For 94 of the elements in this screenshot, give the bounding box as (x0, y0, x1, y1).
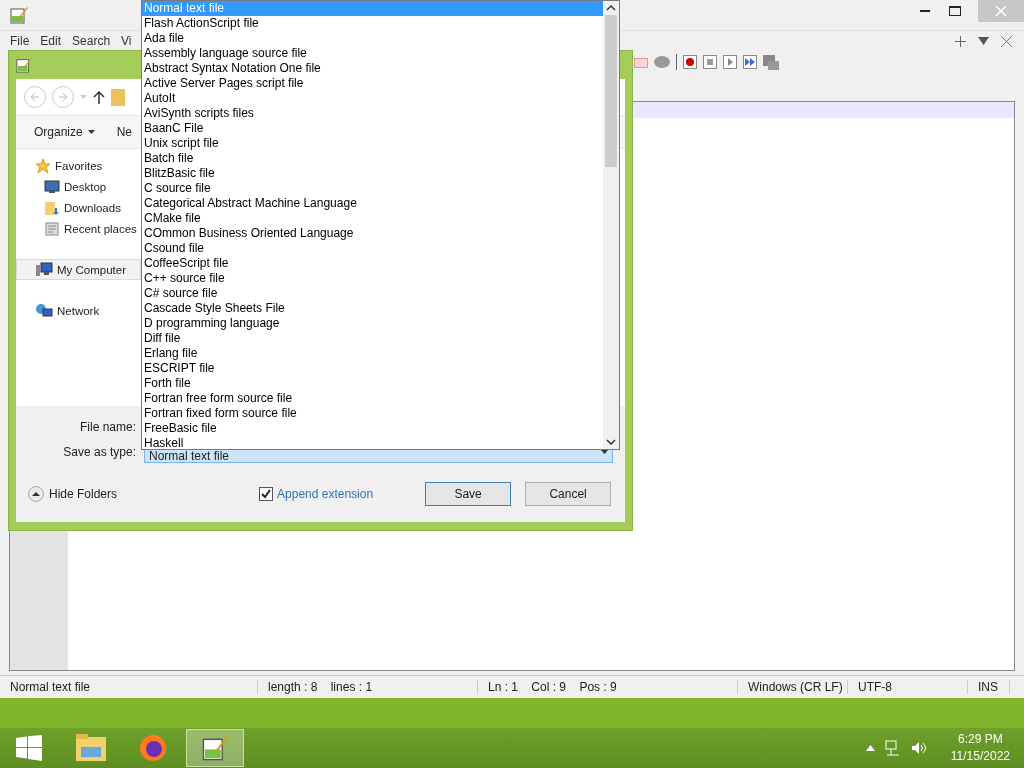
checkbox[interactable] (259, 487, 274, 501)
list-item[interactable]: AviSynth scripts files (142, 106, 603, 121)
save-button[interactable]: Save (425, 482, 512, 506)
list-item[interactable]: CoffeeScript file (142, 256, 603, 271)
list-item[interactable]: Abstract Syntax Notation One file (142, 61, 603, 76)
list-item[interactable]: Assembly language source file (142, 46, 603, 61)
field-label: File name: (78, 419, 137, 434)
caret-icon[interactable] (865, 745, 875, 751)
scrollbar[interactable] (603, 1, 619, 449)
up-arrow-icon[interactable] (93, 90, 105, 104)
list-item[interactable]: Active Server Pages script file (142, 76, 603, 91)
list-item[interactable]: Unix script file (142, 136, 603, 151)
clock[interactable]: 6:29 PM 11/15/2022 (950, 731, 1010, 765)
list-item[interactable]: BaanC File (142, 121, 603, 136)
speaker-icon[interactable] (910, 741, 927, 755)
folder-icon[interactable] (634, 56, 648, 68)
record-icon[interactable] (683, 55, 697, 69)
sidebar-item[interactable]: My Computer (16, 259, 141, 280)
organize-button[interactable]: Organize (34, 125, 95, 139)
status-text: INS (968, 680, 1010, 694)
list-item[interactable]: Erlang file (142, 346, 603, 361)
stop-icon[interactable] (703, 55, 717, 69)
windows-logo-icon (16, 735, 42, 761)
cancel-button[interactable]: Cancel (525, 482, 612, 506)
recent-places-icon (44, 220, 60, 237)
list-item[interactable]: BlitzBasic file (142, 166, 603, 181)
list-item[interactable]: Fortran free form source file (142, 391, 603, 406)
menu-item[interactable]: Vi (121, 34, 132, 48)
checkbox-label: Append extension (277, 487, 374, 501)
sidebar-item[interactable]: Recent places (16, 218, 141, 239)
firefox-icon (138, 733, 168, 763)
list-item[interactable]: C source file (142, 181, 603, 196)
hide-folders-button[interactable]: Hide Folders (28, 486, 118, 502)
list-item[interactable]: ESCRIPT file (142, 361, 603, 376)
notepad-icon (202, 735, 228, 761)
status-text: Windows (CR LF) (738, 680, 848, 694)
new-folder-button[interactable]: Ne (116, 125, 133, 139)
notepad-icon (16, 57, 32, 73)
collapse-icon (28, 486, 44, 502)
network-icon (35, 302, 53, 319)
list-item[interactable]: Forth file (142, 376, 603, 391)
list-item[interactable]: D programming language (142, 316, 603, 331)
list-item[interactable]: C# source file (142, 286, 603, 301)
caret-icon[interactable] (976, 35, 991, 47)
date-text: 11/15/2022 (950, 748, 1010, 765)
computer-icon (35, 261, 53, 278)
status-text: UTF-8 (848, 680, 968, 694)
menu-item[interactable]: Edit (40, 34, 62, 48)
list-item[interactable]: Categorical Abstract Machine Language (142, 196, 603, 211)
caret-icon (87, 130, 95, 134)
notepad-icon (10, 6, 28, 24)
list-item[interactable]: FreeBasic file (142, 421, 603, 436)
play-icon[interactable] (723, 55, 737, 69)
macro-list-icon[interactable] (763, 54, 779, 70)
list-item[interactable]: Cascade Style Sheets File (142, 301, 603, 316)
forward-arrow-icon (58, 92, 68, 102)
minimize-icon (920, 10, 930, 12)
list-item[interactable]: Flash ActionScript file (142, 16, 603, 31)
scrollbar-thumb[interactable] (605, 15, 617, 167)
fast-forward-icon[interactable] (743, 55, 757, 69)
list-item[interactable]: CMake file (142, 211, 603, 226)
back-arrow-icon (30, 92, 40, 102)
checkmark-icon (261, 489, 272, 499)
field-label: Save as type: (62, 444, 137, 459)
list-item[interactable]: Csound file (142, 241, 603, 256)
status-text: length : 8 lines : 1 (258, 680, 478, 694)
network-icon[interactable] (884, 740, 901, 756)
speech-bubble-icon[interactable] (654, 56, 670, 68)
list-item[interactable]: AutoIt (142, 91, 603, 106)
time-text: 6:29 PM (958, 731, 1003, 748)
sidebar-item[interactable]: Downloads (16, 197, 141, 218)
list-item[interactable]: Diff file (142, 331, 603, 346)
sidebar-item[interactable]: Favorites (16, 155, 141, 176)
list-item[interactable]: COmmon Business Oriented Language (142, 226, 603, 241)
star-icon (35, 157, 51, 174)
folder-icon (111, 88, 125, 106)
plus-icon[interactable] (953, 35, 968, 47)
close-icon (995, 5, 1007, 17)
folder-icon (75, 733, 107, 763)
menu-item[interactable]: File (10, 34, 30, 48)
list-item[interactable]: Fortran fixed form source file (142, 406, 603, 421)
close-icon[interactable] (999, 35, 1014, 47)
list-item[interactable]: Batch file (142, 151, 603, 166)
taskbar-app[interactable] (186, 729, 244, 767)
sidebar-item[interactable]: Desktop (16, 176, 141, 197)
list-item[interactable]: C++ source file (142, 271, 603, 286)
menu-item[interactable]: Search (72, 34, 111, 48)
status-text: Normal text file (0, 680, 258, 694)
folder-icon (44, 199, 60, 216)
sidebar-item[interactable]: Network (16, 300, 141, 321)
maximize-icon (949, 6, 961, 16)
list-item[interactable]: Ada file (142, 31, 603, 46)
status-text: Ln : 1 Col : 9 Pos : 9 (478, 680, 738, 694)
monitor-icon (44, 179, 60, 194)
